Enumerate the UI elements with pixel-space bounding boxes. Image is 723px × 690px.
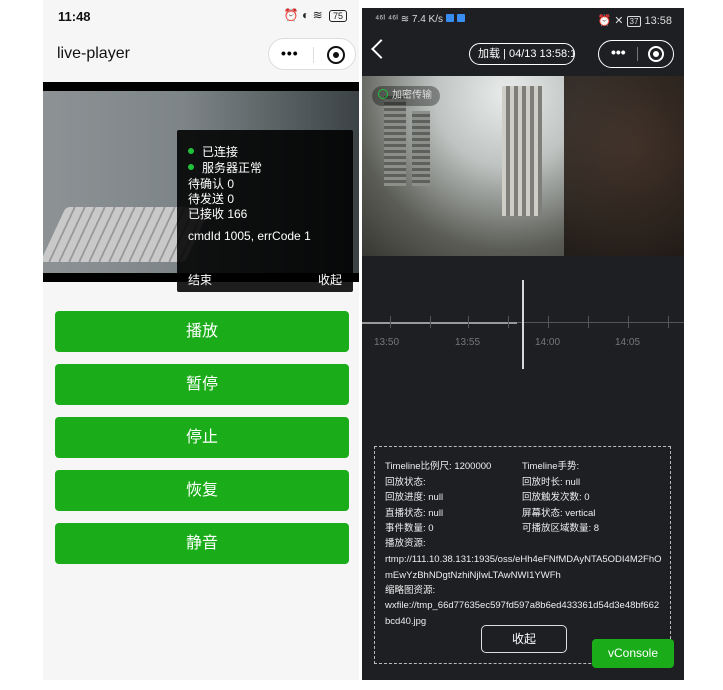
pause-button[interactable]: 暂停 bbox=[55, 364, 349, 405]
collapse-button[interactable]: 收起 bbox=[318, 271, 342, 288]
capsule-divider bbox=[313, 47, 314, 63]
status-server: 服务器正常 bbox=[188, 159, 262, 176]
playback-duration: 回放时长: null bbox=[522, 476, 581, 488]
capsule-menu: ••• bbox=[598, 40, 674, 68]
timeline-tick bbox=[548, 316, 549, 328]
battery-icon: 37 bbox=[626, 16, 642, 27]
vconsole-button[interactable]: vConsole bbox=[592, 639, 674, 668]
capsule-divider bbox=[637, 47, 638, 61]
stream-source-label: 播放资源: bbox=[385, 538, 426, 549]
cmd-info: cmdId 1005, errCode 1 bbox=[188, 229, 311, 243]
debug-overlay: 已连接 服务器正常 待确认 0 待发送 0 已接收 166 cmdId 1005… bbox=[177, 130, 353, 292]
collapse-button[interactable]: 收起 bbox=[481, 625, 567, 653]
timeline-scale: Timeline比例尺: 1200000 bbox=[385, 461, 492, 472]
battery-icon: 75 bbox=[328, 10, 347, 22]
close-miniprogram-icon[interactable] bbox=[648, 46, 664, 62]
playable-region-count: 可播放区域数量: 8 bbox=[522, 523, 600, 534]
debug-info-panel: Timeline比例尺: 1200000 回放状态: 回放进度: null 直播… bbox=[374, 446, 671, 664]
timeline-gesture: Timeline手势: bbox=[522, 461, 580, 472]
timeline-tick bbox=[588, 316, 589, 328]
stream-source-url: rtmp://111.10.38.131:1935/oss/eHh4eFNfMD… bbox=[385, 554, 662, 581]
status-icons: ⏰ ◐ ≋ 75 bbox=[284, 8, 347, 22]
overlay-footer: 结束 收起 bbox=[177, 264, 353, 292]
end-button[interactable]: 结束 bbox=[188, 271, 212, 288]
playback-video[interactable]: 加密传输 bbox=[362, 76, 684, 256]
app-notification-icon bbox=[457, 14, 466, 22]
timeline-label: 14:00 bbox=[535, 337, 561, 348]
info-col-right: Timeline手势: 回放时长: null 回放触发次数: 0 屏幕状态: v… bbox=[522, 459, 599, 537]
timeline-label: 13:50 bbox=[374, 337, 400, 348]
timeline-tick bbox=[430, 316, 431, 328]
status-time: 11:48 bbox=[58, 9, 91, 24]
branches-image bbox=[564, 76, 684, 256]
more-button[interactable]: ••• bbox=[611, 44, 626, 60]
status-bar: 11:48 ⏰ ◐ ≋ 75 bbox=[43, 0, 359, 30]
live-status: 直播状态: null bbox=[385, 507, 444, 519]
building-image bbox=[384, 96, 406, 186]
page-title: live-player bbox=[57, 45, 130, 62]
close-miniprogram-icon[interactable] bbox=[327, 46, 345, 64]
stop-button[interactable]: 停止 bbox=[55, 417, 349, 458]
timeline-played-segment bbox=[362, 322, 517, 324]
green-dot-icon bbox=[188, 148, 194, 154]
building-image bbox=[412, 111, 430, 186]
timeline-cursor[interactable] bbox=[522, 280, 524, 369]
timeline-tick bbox=[468, 316, 469, 328]
cloud-icon bbox=[378, 89, 388, 99]
screen-status: 屏幕状态: vertical bbox=[522, 507, 596, 519]
timeline-label: 14:05 bbox=[615, 337, 641, 348]
encrypted-badge: 加密传输 bbox=[372, 86, 440, 106]
status-time: 13:58 bbox=[644, 15, 672, 27]
status-connected: 已连接 bbox=[188, 143, 238, 160]
play-button[interactable]: 播放 bbox=[55, 311, 349, 352]
playback-status: 回放状态: bbox=[385, 476, 426, 488]
left-phone: 11:48 ⏰ ◐ ≋ 75 live-player ••• 已连接 服务器正常… bbox=[43, 0, 359, 680]
right-phone: ⁴⁶ᴵ ⁴⁶ᴵ ≋ 7.4 K/s ⏰ ✕ 37 13:58 加载 | 04/1… bbox=[362, 8, 684, 680]
timeline-tick bbox=[668, 316, 669, 328]
status-right: ⏰ ✕ 37 13:58 bbox=[597, 14, 672, 27]
timeline-tick bbox=[628, 316, 629, 328]
green-dot-icon bbox=[188, 164, 194, 170]
timeline-tick bbox=[390, 316, 391, 328]
back-arrow-icon[interactable] bbox=[371, 39, 391, 59]
timeline-tick bbox=[508, 316, 509, 328]
screen: 11:48 ⏰ ◐ ≋ 75 live-player ••• 已连接 服务器正常… bbox=[0, 0, 723, 690]
more-button[interactable]: ••• bbox=[281, 45, 299, 61]
nav-bar: live-player ••• bbox=[43, 30, 359, 78]
building-image bbox=[502, 86, 542, 216]
playback-time-pill[interactable]: 加载 | 04/13 13:58:19 bbox=[469, 43, 575, 65]
alarm-mute-icons: ⏰ ✕ bbox=[597, 15, 624, 27]
alarm-wifi-icons: ⏰ ◐ ≋ bbox=[283, 8, 323, 22]
status-signal: ⁴⁶ᴵ ⁴⁶ᴵ ≋ 7.4 K/s bbox=[375, 14, 466, 25]
capsule-menu: ••• bbox=[268, 38, 356, 70]
mute-button[interactable]: 静音 bbox=[55, 523, 349, 564]
resume-button[interactable]: 恢复 bbox=[55, 470, 349, 511]
timeline-label: 13:55 bbox=[455, 337, 481, 348]
thumbnail-source-label: 缩略图资源: bbox=[385, 585, 436, 596]
playback-trigger-count: 回放触发次数: 0 bbox=[522, 492, 590, 503]
playback-progress: 回放进度: null bbox=[385, 492, 444, 503]
status-bar: ⁴⁶ᴵ ⁴⁶ᴵ ≋ 7.4 K/s ⏰ ✕ 37 13:58 bbox=[362, 8, 684, 32]
nav-bar: 加载 | 04/13 13:58:19 ••• bbox=[362, 32, 684, 76]
app-notification-icon bbox=[446, 14, 455, 22]
info-col-left: Timeline比例尺: 1200000 回放状态: 回放进度: null 直播… bbox=[385, 459, 491, 537]
event-count: 事件数量: 0 bbox=[385, 523, 434, 534]
received-count: 已接收 166 bbox=[188, 207, 248, 221]
timeline[interactable]: 13:50 13:55 14:00 14:05 bbox=[362, 256, 684, 396]
